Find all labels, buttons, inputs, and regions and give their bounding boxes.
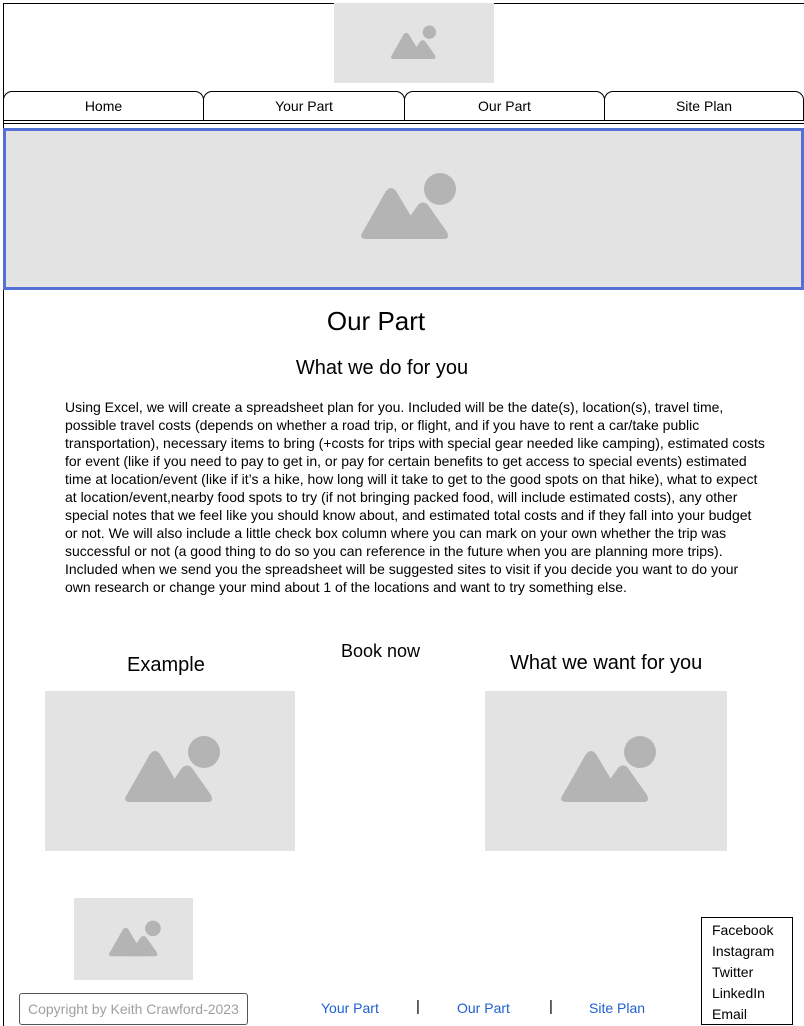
want-image [485,691,727,851]
tab-home[interactable]: Home [3,91,204,120]
instagram-link[interactable]: Instagram [712,941,792,962]
footer-separator: | [549,998,553,1015]
page-title: Our Part [326,306,426,336]
description-text: Using Excel, we will create a spreadshee… [65,399,765,595]
tab-site-plan[interactable]: Site Plan [604,91,804,120]
nav-divider-lower [3,123,804,124]
book-now-link[interactable]: Book now [341,641,420,662]
image-placeholder-icon [108,920,161,957]
image-placeholder-icon [125,736,220,802]
logo-image [334,3,494,83]
image-placeholder-icon [561,736,656,802]
linkedin-link[interactable]: LinkedIn [712,983,792,1004]
copyright-notice: Copyright by Keith Crawford-2023 [19,993,248,1025]
page-subtitle: What we do for you [295,357,469,379]
tab-our-part[interactable]: Our Part [404,91,605,120]
footer-separator: | [416,998,420,1015]
facebook-link[interactable]: Facebook [712,920,792,941]
footer-logo-image [74,898,193,980]
image-placeholder-icon [361,173,456,239]
email-link[interactable]: Email [712,1004,792,1025]
twitter-link[interactable]: Twitter [712,962,792,983]
image-placeholder-icon [390,25,437,59]
nav-divider [3,120,804,121]
example-heading: Example [127,654,205,676]
footer-link-your-part[interactable]: Your Part [321,1000,379,1016]
main-nav: Home Your Part Our Part Site Plan [3,91,804,121]
footer-link-site-plan[interactable]: Site Plan [589,1000,645,1016]
example-image [45,691,295,851]
footer-link-our-part[interactable]: Our Part [457,1000,510,1016]
tab-your-part[interactable]: Your Part [203,91,405,120]
want-heading: What we want for you [510,652,703,674]
social-links: Facebook Instagram Twitter LinkedIn Emai… [701,917,793,1025]
hero-image [3,128,804,290]
